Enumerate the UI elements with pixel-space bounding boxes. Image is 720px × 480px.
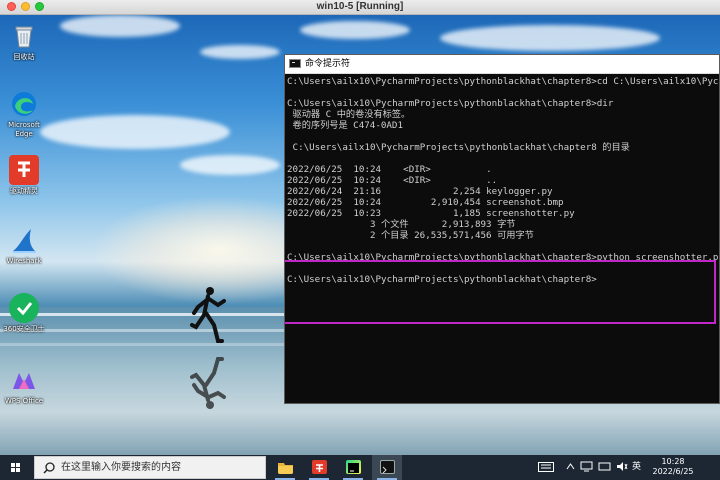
wps-icon: [9, 365, 39, 395]
desktop-icon-security-app[interactable]: 360安全卫士: [2, 293, 46, 334]
desktop-icon-label: WPS Office: [4, 397, 44, 405]
vm-title: win10-5 [Running]: [316, 1, 404, 12]
tray-chevron-up-icon[interactable]: [566, 455, 575, 480]
console-output[interactable]: C:\Users\ailx10\PycharmProjects\pythonbl…: [285, 74, 719, 404]
runner-reflection: [190, 357, 226, 409]
taskbar-clock[interactable]: 10:28 2022/6/25: [650, 457, 696, 477]
start-button[interactable]: [0, 455, 32, 480]
search-placeholder: 在这里输入你要搜索的内容: [61, 462, 181, 473]
console-line: C:\Users\ailx10\PycharmProjects\pythonbl…: [287, 98, 614, 109]
taskbar-app-pycharm[interactable]: [338, 455, 368, 480]
tray-volume-icon[interactable]: [616, 455, 628, 480]
desktop-icon-edge[interactable]: Microsoft Edge: [2, 89, 46, 139]
tray-ime-indicator[interactable]: 英: [632, 455, 641, 480]
tray-display-icon[interactable]: [598, 455, 611, 480]
runner-silhouette: [190, 287, 226, 343]
console-line: 2022/06/25 10:24 <DIR> .: [287, 164, 492, 175]
console-titlebar[interactable]: 命令提示符: [285, 55, 719, 74]
clock-date: 2022/6/25: [652, 467, 694, 476]
pycharm-icon: [346, 460, 361, 474]
console-line: C:\Users\ailx10\PycharmProjects\pythonbl…: [287, 76, 719, 87]
tray-keyboard-icon[interactable]: [538, 455, 554, 480]
cloud: [60, 15, 180, 37]
console-line: 3 个文件 2,913,893 字节: [287, 219, 516, 230]
edge-icon: [9, 89, 39, 119]
desktop-icon-label: 360安全卫士: [3, 325, 45, 333]
console-line: 2022/06/25 10:24 <DIR> ..: [287, 175, 498, 186]
console-line: C:\Users\ailx10\PycharmProjects\pythonbl…: [287, 142, 630, 153]
driver-genius-icon: [312, 460, 327, 474]
cloud: [200, 45, 280, 59]
taskbar-app-command-prompt[interactable]: [372, 455, 402, 480]
taskbar-search-box[interactable]: 在这里输入你要搜索的内容: [34, 456, 266, 479]
cloud: [40, 115, 230, 149]
console-line: 驱动器 C 中的卷没有标签。: [287, 109, 411, 120]
clock-time: 10:28: [661, 457, 685, 466]
cloud: [440, 25, 660, 51]
command-prompt-window[interactable]: 命令提示符 C:\Users\ailx10\PycharmProjects\py…: [284, 54, 720, 404]
recycle-bin-icon: [9, 21, 39, 51]
folder-icon: [278, 463, 293, 474]
console-line: 2022/06/25 10:24 2,910,454 screenshot.bm…: [287, 197, 564, 208]
desktop-icon-label: 驱动精灵: [10, 187, 38, 195]
desktop-icon-driver-genius[interactable]: 驱动精灵: [2, 155, 46, 196]
desktop-icon-wps[interactable]: WPS Office: [2, 365, 46, 406]
desktop-icon-label: Microsoft Edge: [8, 121, 40, 138]
windows-logo-icon: [11, 463, 21, 473]
console-title: 命令提示符: [305, 59, 351, 69]
taskbar: 在这里输入你要搜索的内容 英 10:28 2022/6/25: [0, 455, 720, 480]
security-app-icon: [9, 293, 39, 323]
console-line: 2022/06/24 21:16 2,254 keylogger.py: [287, 186, 553, 197]
desktop-icon-label: Wireshark: [6, 257, 42, 265]
tray-network-icon[interactable]: [580, 455, 593, 480]
desktop-icon-recycle-bin[interactable]: 回收站: [2, 21, 46, 62]
driver-genius-icon: [9, 155, 39, 185]
desktop-icon-label: 回收站: [13, 53, 35, 61]
taskbar-app-file-explorer[interactable]: [270, 455, 300, 480]
wireshark-icon: [9, 225, 39, 255]
console-line: 2022/06/25 10:23 1,185 screenshotter.py: [287, 208, 575, 219]
console-icon: [380, 460, 395, 474]
vm-titlebar: win10-5 [Running]: [0, 0, 720, 15]
search-icon: [43, 462, 55, 474]
highlight-annotation-box: [285, 260, 716, 324]
console-icon: [289, 59, 301, 68]
console-line: 2 个目录 26,535,571,456 可用字节: [287, 230, 534, 241]
cloud: [300, 21, 410, 39]
taskbar-app-driver-genius[interactable]: [304, 455, 334, 480]
cloud: [180, 155, 280, 175]
console-line: 卷的序列号是 C474-0AD1: [287, 120, 403, 131]
desktop-icon-wireshark[interactable]: Wireshark: [2, 225, 46, 266]
